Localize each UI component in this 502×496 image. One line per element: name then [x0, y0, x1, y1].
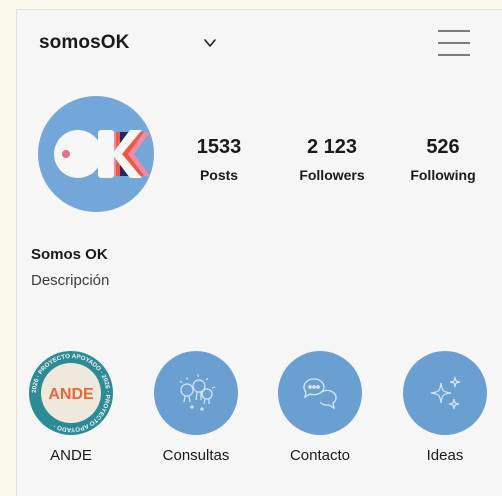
display-name: Somos OK [31, 246, 108, 263]
profile-screen: somosOK OK 1533 Posts 2 123 Followers 52… [16, 9, 502, 496]
sparkles-icon [403, 351, 487, 435]
highlight-label: Consultas [162, 447, 230, 464]
ande-badge-icon: 2026 · PROYECTO APOYADO · 2026 · PROYECT… [29, 351, 113, 435]
highlight-ande[interactable]: 2026 · PROYECTO APOYADO · 2026 · PROYECT… [19, 351, 123, 464]
stat-followers[interactable]: 2 123 Followers [282, 136, 382, 183]
username[interactable]: somosOK [39, 32, 129, 54]
stat-posts-value: 1533 [196, 136, 242, 158]
ande-badge-text: ANDE [48, 386, 94, 403]
menu-line [438, 30, 470, 32]
hamburger-menu-icon[interactable] [438, 28, 474, 58]
menu-line [438, 42, 470, 44]
ok-logo-icon: OK [38, 96, 150, 178]
highlight-ideas[interactable]: Ideas [393, 351, 497, 464]
stat-followers-label: Followers [299, 167, 365, 183]
stat-following-value: 526 [426, 136, 460, 158]
stat-followers-value: 2 123 [306, 136, 358, 158]
stat-posts-label: Posts [199, 167, 239, 183]
highlight-label: ANDE [50, 447, 92, 464]
menu-line [438, 54, 470, 56]
profile-description: Descripción [31, 272, 110, 289]
profile-avatar[interactable]: OK [38, 96, 154, 212]
highlight-contacto[interactable]: Contacto [268, 351, 372, 464]
stat-posts[interactable]: 1533 Posts [169, 136, 269, 183]
avatar-text: OK [38, 96, 40, 97]
stat-following[interactable]: 526 Following [393, 136, 493, 183]
chevron-down-icon[interactable] [203, 36, 217, 50]
lightbulbs-icon [154, 351, 238, 435]
stat-following-label: Following [410, 167, 476, 183]
highlight-label: Ideas [426, 447, 464, 464]
highlight-label: Contacto [289, 447, 351, 464]
profile-header: somosOK [17, 10, 502, 70]
chat-bubbles-icon [278, 351, 362, 435]
highlight-consultas[interactable]: Consultas [144, 351, 248, 464]
